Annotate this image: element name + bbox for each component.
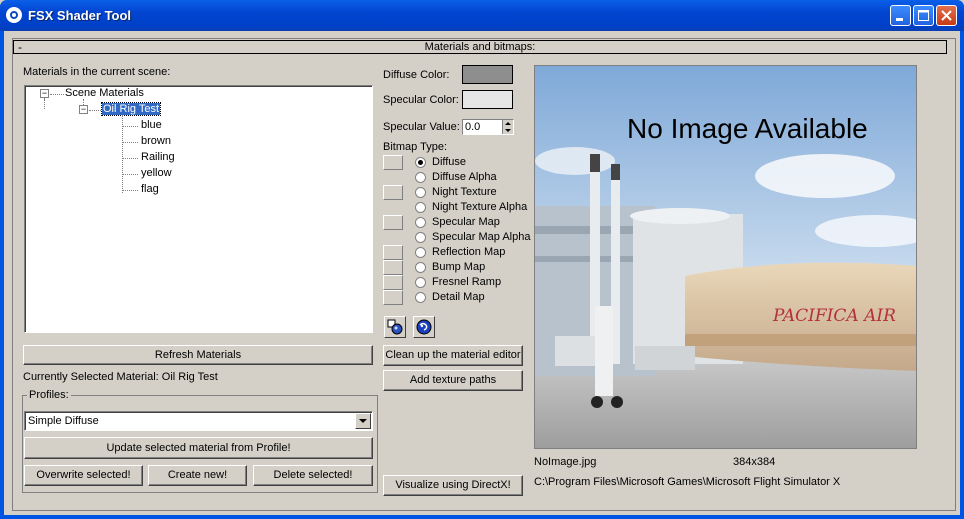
tree-node-flag[interactable]: flag — [141, 183, 159, 195]
rollout-header[interactable]: - Materials and bitmaps: — [13, 40, 947, 54]
visualize-directx-button[interactable]: Visualize using DirectX! — [383, 475, 523, 496]
specular-color-label: Specular Color: — [383, 94, 459, 106]
radio-diffuse[interactable] — [415, 157, 426, 168]
globe-icon — [416, 319, 432, 335]
materials-label: Materials in the current scene: — [23, 66, 171, 78]
texture-preview-image: PACIFICA AIR No Image Available — [534, 65, 917, 449]
radio-label-fresnel-ramp: Fresnel Ramp — [432, 276, 502, 288]
tree-node-yellow[interactable]: yellow — [141, 167, 172, 179]
profiles-group-title: Profiles: — [27, 389, 71, 401]
bitmap-slot-bump-map[interactable] — [383, 260, 403, 275]
radio-label-detail-map: Detail Map — [432, 291, 485, 303]
bitmap-slot-reflection-map[interactable] — [383, 245, 403, 260]
profile-select[interactable]: Simple Diffuse — [24, 411, 373, 431]
application-window: FSX Shader Tool - Materials and bitmaps:… — [0, 0, 964, 519]
expand-toggle-oil-rig[interactable]: − — [79, 105, 88, 114]
radio-label-specular-map: Specular Map — [432, 216, 500, 228]
bitmap-slot-specular-map[interactable] — [383, 215, 403, 230]
radio-label-night-texture: Night Texture — [432, 186, 497, 198]
cleanup-material-editor-button[interactable]: Clean up the material editor — [383, 345, 523, 366]
tree-node-oil-rig-test[interactable]: Oil Rig Test — [100, 102, 162, 116]
chevron-down-icon — [359, 419, 367, 423]
tree-node-scene-materials[interactable]: Scene Materials — [65, 87, 144, 99]
bitmap-slot-detail-map[interactable] — [383, 290, 403, 305]
maximize-icon — [918, 10, 929, 21]
bitmap-slot-diffuse[interactable] — [383, 155, 403, 170]
client-area: - Materials and bitmaps: Materials in th… — [4, 31, 960, 515]
bitmap-slot-night-texture[interactable] — [383, 185, 403, 200]
preview-file-path: C:\Program Files\Microsoft Games\Microso… — [534, 476, 841, 488]
preview-filename: NoImage.jpg — [534, 456, 597, 468]
radio-fresnel-ramp[interactable] — [415, 277, 426, 288]
diffuse-color-label: Diffuse Color: — [383, 69, 450, 81]
radio-label-night-texture-alpha: Night Texture Alpha — [432, 201, 528, 213]
radio-bump-map[interactable] — [415, 262, 426, 273]
radio-night-texture[interactable] — [415, 187, 426, 198]
material-tree[interactable]: − Scene Materials − Oil Rig Test blue br… — [24, 85, 373, 333]
add-texture-paths-button[interactable]: Add texture paths — [383, 370, 523, 391]
create-new-button[interactable]: Create new! — [148, 465, 247, 486]
radio-night-texture-alpha[interactable] — [415, 202, 426, 213]
preview-dimensions: 384x384 — [733, 456, 776, 468]
preview-placeholder-image: PACIFICA AIR No Image Available — [535, 66, 916, 448]
minimize-icon — [896, 18, 903, 21]
expand-toggle-scene-materials[interactable]: − — [40, 89, 49, 98]
radio-label-bump-map: Bump Map — [432, 261, 486, 273]
tree-node-brown[interactable]: brown — [141, 135, 171, 147]
material-editor-icon — [387, 319, 403, 335]
specular-color-swatch[interactable] — [462, 90, 513, 109]
title-bar[interactable]: FSX Shader Tool — [0, 0, 964, 31]
radio-diffuse-alpha[interactable] — [415, 172, 426, 183]
minimize-button[interactable] — [890, 5, 911, 26]
radio-label-specular-map-alpha: Specular Map Alpha — [432, 231, 531, 243]
bitmap-slot-fresnel-ramp[interactable] — [383, 275, 403, 290]
profile-select-value: Simple Diffuse — [28, 415, 99, 427]
bitmap-type-label: Bitmap Type: — [383, 141, 447, 153]
radio-label-diffuse-alpha: Diffuse Alpha — [432, 171, 497, 183]
tree-node-railing[interactable]: Railing — [141, 151, 175, 163]
overwrite-selected-button[interactable]: Overwrite selected! — [24, 465, 143, 486]
dropdown-arrow-button[interactable] — [355, 413, 371, 429]
maximize-button[interactable] — [913, 5, 934, 26]
refresh-materials-button[interactable]: Refresh Materials — [23, 345, 373, 365]
window-title: FSX Shader Tool — [28, 8, 132, 23]
tree-node-blue[interactable]: blue — [141, 119, 162, 131]
radio-reflection-map[interactable] — [415, 247, 426, 258]
radio-label-reflection-map: Reflection Map — [432, 246, 506, 258]
rollout-title: Materials and bitmaps: — [424, 41, 536, 53]
specular-value-field[interactable]: 0.0 — [465, 121, 480, 133]
radio-specular-map-alpha[interactable] — [415, 232, 426, 243]
app-icon — [6, 7, 22, 23]
diffuse-color-swatch[interactable] — [462, 65, 513, 84]
spinner-arrows-icon — [505, 122, 511, 132]
globe-button[interactable] — [413, 316, 435, 338]
current-material-label: Currently Selected Material: Oil Rig Tes… — [23, 371, 218, 383]
preview-livery-text: PACIFICA AIR — [772, 306, 896, 326]
close-icon — [941, 10, 952, 21]
radio-label-diffuse: Diffuse — [432, 156, 467, 168]
specular-value-label: Specular Value: — [383, 121, 460, 133]
specular-value-spinner[interactable]: 0.0 — [462, 119, 514, 135]
spinner-arrows[interactable] — [502, 120, 513, 134]
no-image-overlay-text: No Image Available — [627, 113, 868, 144]
material-editor-button[interactable] — [384, 316, 406, 338]
radio-detail-map[interactable] — [415, 292, 426, 303]
delete-selected-button[interactable]: Delete selected! — [253, 465, 373, 486]
radio-specular-map[interactable] — [415, 217, 426, 228]
close-button[interactable] — [936, 5, 957, 26]
update-from-profile-button[interactable]: Update selected material from Profile! — [24, 437, 373, 459]
